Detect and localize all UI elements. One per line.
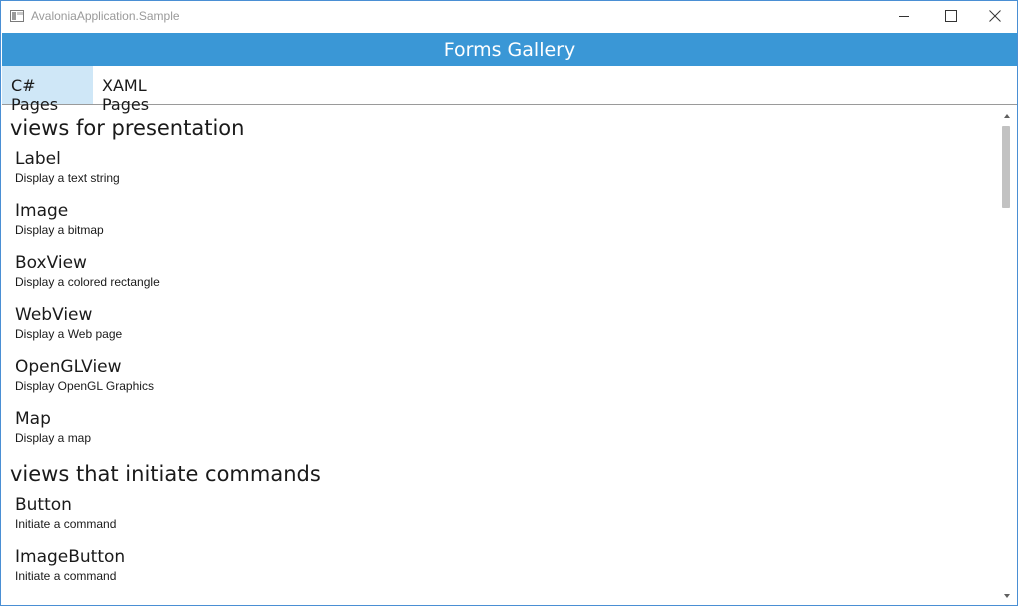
title-bar[interactable]: AvaloniaApplication.Sample — [1, 1, 1017, 32]
item-description: Display a colored rectangle — [15, 275, 160, 289]
item-description: Initiate a command — [15, 569, 117, 583]
item-title: Image — [15, 201, 69, 221]
item-description: Display a bitmap — [15, 223, 104, 237]
list-item-image[interactable]: Image Display a bitmap — [15, 201, 104, 237]
item-title: ImageButton — [15, 547, 126, 567]
item-description: Display a text string — [15, 171, 120, 185]
app-header: Forms Gallery — [2, 33, 1017, 66]
close-icon — [989, 10, 1001, 22]
section-heading: views that initiate commands — [10, 462, 321, 486]
page-title: Forms Gallery — [443, 38, 576, 61]
window-title: AvaloniaApplication.Sample — [31, 9, 180, 23]
tab-strip: C# Pages XAML Pages — [2, 66, 1017, 114]
list-item-imagebutton[interactable]: ImageButton Initiate a command — [15, 547, 125, 583]
section-heading: views for presentation — [10, 116, 245, 140]
item-description: Display OpenGL Graphics — [15, 379, 154, 393]
scroll-down-arrow-icon[interactable] — [999, 587, 1016, 604]
item-description: Initiate a command — [15, 517, 117, 531]
close-button[interactable] — [972, 1, 1017, 32]
vertical-scrollbar[interactable] — [999, 106, 1016, 604]
item-title: Label — [15, 149, 61, 169]
list-item-boxview[interactable]: BoxView Display a colored rectangle — [15, 253, 160, 289]
minimize-button[interactable] — [881, 1, 927, 32]
list-item-webview[interactable]: WebView Display a Web page — [15, 305, 122, 341]
list-item-button[interactable]: Button Initiate a command — [15, 495, 116, 531]
item-title: OpenGLView — [15, 357, 122, 377]
tab-csharp-pages[interactable]: C# Pages — [2, 66, 93, 114]
app-window-icon — [10, 10, 24, 22]
list-item-label[interactable]: Label Display a text string — [15, 149, 120, 185]
list-item-map[interactable]: Map Display a map — [15, 409, 91, 445]
item-title: BoxView — [15, 253, 87, 273]
scroll-up-arrow-icon[interactable] — [999, 108, 1016, 125]
list-item-openglview[interactable]: OpenGLView Display OpenGL Graphics — [15, 357, 154, 393]
item-title: Button — [15, 495, 72, 515]
item-description: Display a map — [15, 431, 92, 445]
item-title: WebView — [15, 305, 93, 325]
app-window: AvaloniaApplication.Sample Forms Gallery… — [0, 0, 1018, 606]
maximize-button[interactable] — [927, 1, 973, 32]
item-description: Display a Web page — [15, 327, 123, 341]
scroll-thumb[interactable] — [1002, 126, 1010, 208]
tab-xaml-pages[interactable]: XAML Pages — [93, 66, 203, 114]
item-title: Map — [15, 409, 51, 429]
gallery-list[interactable]: views for presentation Label Display a t… — [3, 106, 998, 604]
